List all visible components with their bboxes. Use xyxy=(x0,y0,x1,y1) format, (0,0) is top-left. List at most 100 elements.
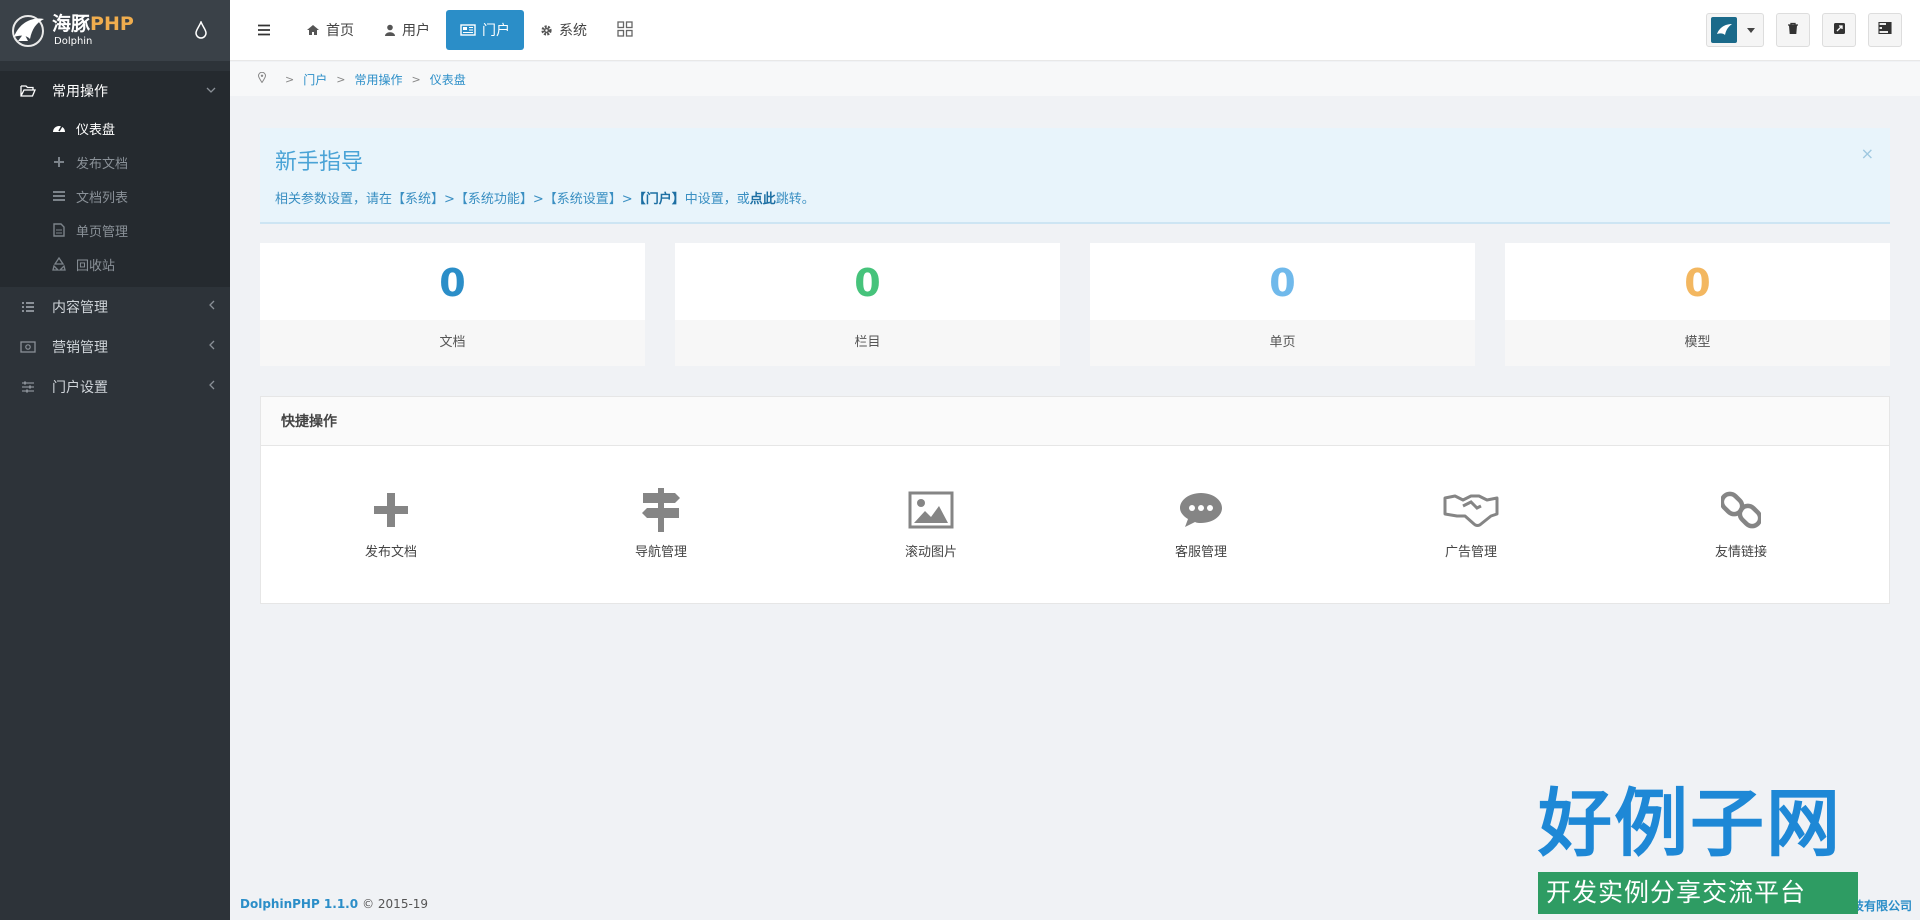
close-icon[interactable]: × xyxy=(1861,144,1874,163)
chevron-left-icon xyxy=(208,299,216,313)
stat-card-models[interactable]: 0 模型 xyxy=(1505,243,1890,366)
caret-down-icon xyxy=(1747,27,1755,33)
stat-label: 栏目 xyxy=(675,320,1060,366)
quick-publish-doc[interactable]: 发布文档 xyxy=(301,487,481,560)
breadcrumb-portal[interactable]: 门户 xyxy=(303,71,327,88)
quick-ad-manage[interactable]: 广告管理 xyxy=(1381,487,1561,560)
footer-brand-link[interactable]: DolphinPHP 1.1.0 xyxy=(240,897,358,911)
menu-toggle-icon[interactable] xyxy=(254,20,274,40)
quick-label: 导航管理 xyxy=(634,545,687,560)
logo-php: PHP xyxy=(90,12,134,35)
chevron-down-icon xyxy=(206,83,216,97)
sidebar-item-publish[interactable]: 发布文档 xyxy=(0,145,230,179)
stat-card-pages[interactable]: 0 单页 xyxy=(1090,243,1475,366)
breadcrumb-separator-icon: > xyxy=(285,72,295,86)
sidebar-item-label: 发布文档 xyxy=(76,156,129,172)
logo-cn: 海豚 xyxy=(52,12,91,35)
quick-customer-service[interactable]: 客服管理 xyxy=(1111,487,1291,560)
guide-alert: 新手指导 相关参数设置，请在【系统】>【系统功能】>【系统设置】>【门户】中设置… xyxy=(260,128,1890,224)
quick-label: 广告管理 xyxy=(1444,545,1497,560)
stat-value: 0 xyxy=(854,261,881,305)
logo-text[interactable]: 海豚PHP Dolphin xyxy=(52,12,134,47)
tab-label: 门户 xyxy=(482,23,510,39)
guide-link[interactable]: 点此 xyxy=(750,192,776,207)
breadcrumb-separator-icon: > xyxy=(336,72,346,86)
sidebar-item-label: 仪表盘 xyxy=(76,122,116,138)
external-link-icon xyxy=(1833,22,1846,39)
guide-text: 相关参数设置，请在【系统】>【系统功能】>【系统设置】>【门户】中设置，或点此跳… xyxy=(275,188,815,207)
breadcrumb-separator-icon: > xyxy=(411,72,421,86)
sidebar-item-label: 文档列表 xyxy=(76,190,129,206)
nav-group-common: 常用操作 仪表盘 发布文档 文档列表 单页管理 回收站 xyxy=(0,71,230,287)
money-icon xyxy=(20,339,36,355)
newspaper-icon xyxy=(460,24,476,36)
tasks-icon xyxy=(1878,21,1892,38)
dashboard-icon xyxy=(52,121,66,135)
recycle-icon xyxy=(52,257,66,271)
stat-value: 0 xyxy=(1684,261,1711,305)
open-frontend-button[interactable] xyxy=(1822,13,1856,47)
sidebar-group-label: 内容管理 xyxy=(52,300,108,316)
quick-actions-panel: 快捷操作 发布文档 导航管理 滚动图片 客服管理 广告管理 友情链接 xyxy=(260,396,1890,604)
sidebar-item-label: 单页管理 xyxy=(76,224,129,240)
breadcrumb-dashboard[interactable]: 仪表盘 xyxy=(430,71,466,88)
sidebar-group-content[interactable]: 内容管理 xyxy=(0,287,230,327)
dolphin-logo-icon[interactable] xyxy=(8,11,48,51)
gear-icon xyxy=(540,24,553,37)
user-icon xyxy=(384,24,396,36)
home-icon xyxy=(306,24,320,36)
guide-text-after: 跳转。 xyxy=(775,192,815,207)
image-icon xyxy=(841,487,1021,533)
watermark-subtitle: 开发实例分享交流平台 xyxy=(1538,872,1858,914)
watermark-title: 好例子网 xyxy=(1538,781,1842,867)
sidebar-group-label: 营销管理 xyxy=(52,340,108,356)
tab-portal[interactable]: 门户 xyxy=(446,10,524,50)
tab-label: 用户 xyxy=(402,23,430,39)
quick-friend-links[interactable]: 友情链接 xyxy=(1651,487,1831,560)
stat-label: 单页 xyxy=(1090,320,1475,366)
tab-label: 首页 xyxy=(326,23,354,39)
footer-copyright: © 2015-19 xyxy=(362,897,429,911)
guide-text-mid: 中设置，或 xyxy=(684,192,750,207)
folder-open-icon xyxy=(20,83,36,99)
sidebar: 海豚PHP Dolphin 常用操作 仪表盘 发布文档 文档列表 单页管理 回收… xyxy=(0,0,230,920)
list-icon xyxy=(20,299,36,315)
avatar xyxy=(1711,17,1737,43)
list-icon xyxy=(52,189,66,203)
quick-nav-manage[interactable]: 导航管理 xyxy=(571,487,751,560)
footer-company-link[interactable]: 技有限公司 xyxy=(1852,897,1912,914)
guide-text-before: 相关参数设置，请在【系统】>【系统功能】>【系统设置】> xyxy=(275,192,633,207)
logo-en: Dolphin xyxy=(54,35,93,47)
tab-label: 系统 xyxy=(559,23,587,39)
clear-cache-button[interactable] xyxy=(1776,13,1810,47)
quick-slider-images[interactable]: 滚动图片 xyxy=(841,487,1021,560)
quick-label: 友情链接 xyxy=(1714,545,1767,560)
sidebar-item-label: 回收站 xyxy=(76,258,116,274)
topbar-actions xyxy=(1706,13,1902,47)
user-menu-button[interactable] xyxy=(1706,13,1764,47)
file-icon xyxy=(52,223,66,237)
chat-icon xyxy=(1111,487,1291,533)
side-panel-toggle-button[interactable] xyxy=(1868,13,1902,47)
stat-card-docs[interactable]: 0 文档 xyxy=(260,243,645,366)
sidebar-item-dashboard[interactable]: 仪表盘 xyxy=(0,111,230,145)
sidebar-item-page-manage[interactable]: 单页管理 xyxy=(0,213,230,247)
sidebar-group-marketing[interactable]: 营销管理 xyxy=(0,327,230,367)
signpost-icon xyxy=(571,487,751,533)
tab-system[interactable]: 系统 xyxy=(526,10,601,50)
quick-label: 发布文档 xyxy=(364,545,417,560)
sidebar-item-doc-list[interactable]: 文档列表 xyxy=(0,179,230,213)
sidebar-group-common[interactable]: 常用操作 xyxy=(0,71,230,111)
sidebar-group-portal-settings[interactable]: 门户设置 xyxy=(0,367,230,407)
grid-apps-icon[interactable] xyxy=(617,21,635,39)
quick-actions-title: 快捷操作 xyxy=(261,397,1889,446)
stat-card-columns[interactable]: 0 栏目 xyxy=(675,243,1060,366)
tab-user[interactable]: 用户 xyxy=(370,10,444,50)
theme-drop-icon[interactable] xyxy=(194,19,208,39)
tab-home[interactable]: 首页 xyxy=(292,10,368,50)
breadcrumb-common[interactable]: 常用操作 xyxy=(354,71,402,88)
sidebar-item-recycle[interactable]: 回收站 xyxy=(0,247,230,281)
guide-title: 新手指导 xyxy=(275,150,364,175)
sidebar-group-label: 门户设置 xyxy=(52,380,108,396)
logo-bar: 海豚PHP Dolphin xyxy=(0,0,230,61)
